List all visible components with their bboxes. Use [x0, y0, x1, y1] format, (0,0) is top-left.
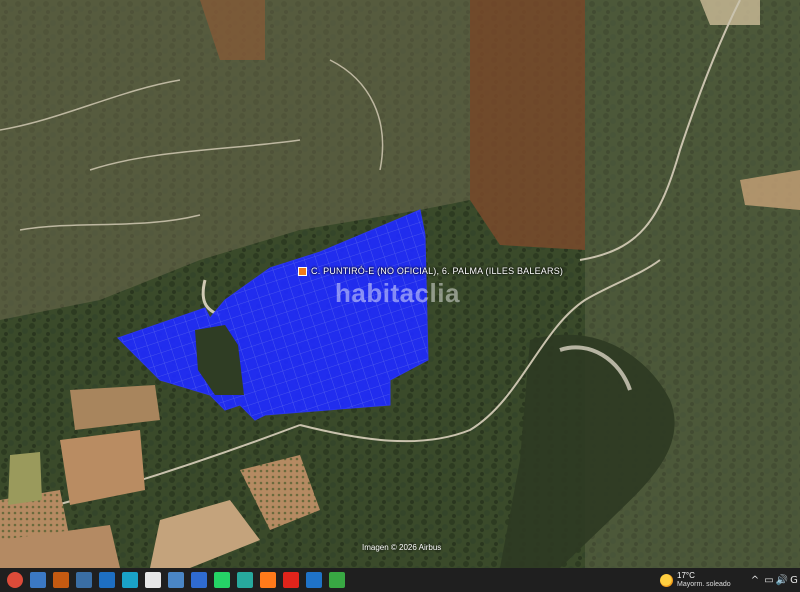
display-icon[interactable]: ▭ — [762, 572, 776, 588]
address-label: C. PUNTIRÓ-E (NO OFICIAL), 6. PALMA (ILL… — [298, 266, 563, 276]
weather-widget[interactable]: 17°C Mayorm. soleado — [660, 571, 731, 589]
address-text: C. PUNTIRÓ-E (NO OFICIAL), 6. PALMA (ILL… — [311, 266, 564, 276]
app-green-icon[interactable] — [329, 572, 345, 588]
volume-icon[interactable]: 🔊 — [775, 572, 789, 588]
satellite-map[interactable]: C. PUNTIRÓ-E (NO OFICIAL), 6. PALMA (ILL… — [0, 0, 800, 568]
presentation-icon[interactable] — [53, 572, 69, 588]
taskbar-apps — [0, 572, 345, 588]
app-s-icon[interactable] — [306, 572, 322, 588]
whatsapp-icon[interactable] — [214, 572, 230, 588]
show-hidden-icons-chevron-icon[interactable]: ^ — [748, 572, 762, 588]
acrobat-icon[interactable] — [283, 572, 299, 588]
photos-icon[interactable] — [99, 572, 115, 588]
weather-temperature: 17°C — [677, 571, 695, 580]
browser-icon[interactable] — [237, 572, 253, 588]
save-icon[interactable] — [191, 572, 207, 588]
globe-icon[interactable] — [168, 572, 184, 588]
location-marker-icon[interactable] — [298, 266, 307, 276]
chrome-icon[interactable] — [7, 572, 23, 588]
desktop-icon[interactable] — [30, 572, 46, 588]
google-icon[interactable]: G — [788, 572, 800, 588]
edge-icon[interactable] — [122, 572, 138, 588]
sun-icon — [660, 573, 673, 587]
watermark-logo: habitaclia — [335, 278, 460, 308]
imagery-attribution: Imagen © 2026 Airbus — [362, 543, 442, 552]
windows-explorer-icon[interactable] — [76, 572, 92, 588]
document-icon[interactable] — [145, 572, 161, 588]
weather-description: Mayorm. soleado — [677, 581, 731, 588]
firefox-icon[interactable] — [260, 572, 276, 588]
